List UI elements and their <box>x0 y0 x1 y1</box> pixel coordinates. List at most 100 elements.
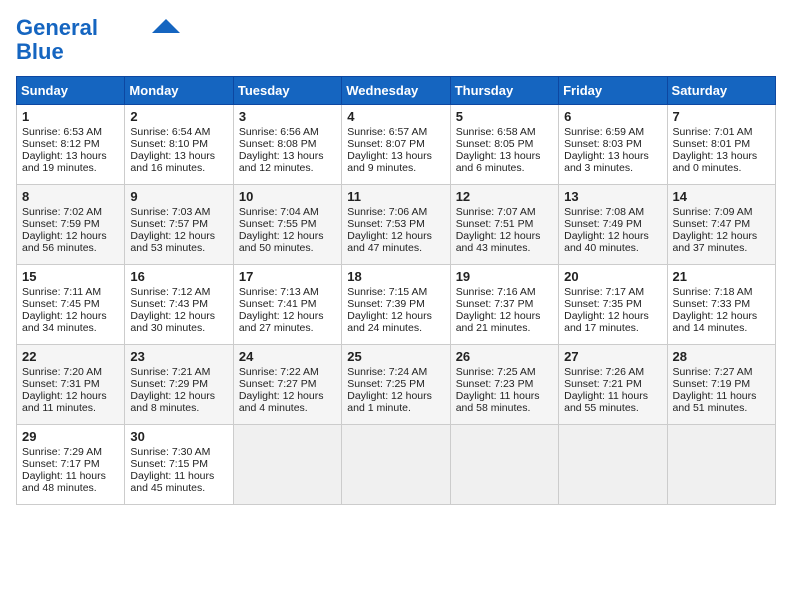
calendar-cell: 3Sunrise: 6:56 AMSunset: 8:08 PMDaylight… <box>233 105 341 185</box>
cell-text: Sunset: 8:03 PM <box>564 138 661 150</box>
cell-text: and 40 minutes. <box>564 242 661 254</box>
calendar-cell: 16 Sunrise: 7:12 AMSunset: 7:43 PMDayligh… <box>125 265 233 345</box>
cell-text: Sunrise: 6:53 AM <box>22 126 119 138</box>
cell-text: Sunrise: 7:18 AM <box>673 286 770 298</box>
cell-text: Sunrise: 7:12 AM <box>130 286 227 298</box>
calendar-cell: 8Sunrise: 7:02 AMSunset: 7:59 PMDaylight… <box>17 185 125 265</box>
calendar-cell: 22Sunrise: 7:20 AMSunset: 7:31 PMDayligh… <box>17 345 125 425</box>
calendar-cell: 20Sunrise: 7:17 AMSunset: 7:35 PMDayligh… <box>559 265 667 345</box>
cell-text: Daylight: 12 hours <box>130 390 227 402</box>
cell-text: Daylight: 12 hours <box>673 230 770 242</box>
cell-text: and 11 minutes. <box>22 402 119 414</box>
calendar-cell: 17Sunrise: 7:13 AMSunset: 7:41 PMDayligh… <box>233 265 341 345</box>
cell-text: Daylight: 12 hours <box>347 390 444 402</box>
calendar-cell: 5Sunrise: 6:58 AMSunset: 8:05 PMDaylight… <box>450 105 558 185</box>
weekday-header-thursday: Thursday <box>450 77 558 105</box>
cell-text: Sunrise: 7:06 AM <box>347 206 444 218</box>
cell-text: Sunset: 7:19 PM <box>673 378 770 390</box>
cell-text: Daylight: 13 hours <box>130 150 227 162</box>
day-number: 17 <box>239 269 336 284</box>
cell-text: Daylight: 12 hours <box>130 230 227 242</box>
cell-text: Sunrise: 6:58 AM <box>456 126 553 138</box>
calendar-cell: 6Sunrise: 6:59 AMSunset: 8:03 PMDaylight… <box>559 105 667 185</box>
calendar-row-3: 22Sunrise: 7:20 AMSunset: 7:31 PMDayligh… <box>17 345 776 425</box>
cell-text: Sunset: 7:17 PM <box>22 458 119 470</box>
calendar-cell: 28Sunrise: 7:27 AMSunset: 7:19 PMDayligh… <box>667 345 775 425</box>
calendar-cell: 27Sunrise: 7:26 AMSunset: 7:21 PMDayligh… <box>559 345 667 425</box>
calendar-cell: 10Sunrise: 7:04 AMSunset: 7:55 PMDayligh… <box>233 185 341 265</box>
cell-text: and 45 minutes. <box>130 482 227 494</box>
cell-text: Sunset: 8:12 PM <box>22 138 119 150</box>
cell-text: and 56 minutes. <box>22 242 119 254</box>
calendar-table: SundayMondayTuesdayWednesdayThursdayFrid… <box>16 76 776 505</box>
calendar-cell <box>667 425 775 505</box>
cell-text: Sunset: 7:37 PM <box>456 298 553 310</box>
cell-text: Daylight: 11 hours <box>673 390 770 402</box>
calendar-cell: 4Sunrise: 6:57 AMSunset: 8:07 PMDaylight… <box>342 105 450 185</box>
header: General Blue <box>16 16 776 64</box>
cell-text: Sunset: 8:10 PM <box>130 138 227 150</box>
cell-text: Sunset: 8:01 PM <box>673 138 770 150</box>
cell-text: Sunset: 7:49 PM <box>564 218 661 230</box>
cell-text: Daylight: 11 hours <box>22 470 119 482</box>
weekday-header-monday: Monday <box>125 77 233 105</box>
cell-text: Sunset: 7:53 PM <box>347 218 444 230</box>
day-number: 30 <box>130 429 227 444</box>
cell-text: Sunrise: 7:29 AM <box>22 446 119 458</box>
cell-text: and 14 minutes. <box>673 322 770 334</box>
calendar-cell: 24Sunrise: 7:22 AMSunset: 7:27 PMDayligh… <box>233 345 341 425</box>
cell-text: Daylight: 12 hours <box>456 230 553 242</box>
cell-text: and 12 minutes. <box>239 162 336 174</box>
cell-text: Sunset: 7:43 PM <box>130 298 227 310</box>
cell-text: Sunrise: 7:08 AM <box>564 206 661 218</box>
weekday-header-sunday: Sunday <box>17 77 125 105</box>
calendar-cell <box>450 425 558 505</box>
cell-text: Sunset: 7:27 PM <box>239 378 336 390</box>
day-number: 15 <box>22 269 119 284</box>
cell-text: Daylight: 12 hours <box>130 310 227 322</box>
cell-text: and 53 minutes. <box>130 242 227 254</box>
cell-text: Daylight: 11 hours <box>456 390 553 402</box>
cell-text: Sunset: 8:07 PM <box>347 138 444 150</box>
day-number: 27 <box>564 349 661 364</box>
cell-text: Daylight: 12 hours <box>347 230 444 242</box>
day-number: 14 <box>673 189 770 204</box>
calendar-cell: 13Sunrise: 7:08 AMSunset: 7:49 PMDayligh… <box>559 185 667 265</box>
cell-text: Sunset: 7:33 PM <box>673 298 770 310</box>
cell-text: Sunrise: 7:30 AM <box>130 446 227 458</box>
cell-text: Daylight: 12 hours <box>456 310 553 322</box>
logo: General Blue <box>16 16 180 64</box>
weekday-header-row: SundayMondayTuesdayWednesdayThursdayFrid… <box>17 77 776 105</box>
cell-text: Sunrise: 7:27 AM <box>673 366 770 378</box>
cell-text: Sunrise: 7:17 AM <box>564 286 661 298</box>
day-number: 16 <box>130 269 227 284</box>
day-number: 23 <box>130 349 227 364</box>
cell-text: and 16 minutes. <box>130 162 227 174</box>
cell-text: Sunset: 7:35 PM <box>564 298 661 310</box>
cell-text: Sunrise: 7:02 AM <box>22 206 119 218</box>
day-number: 3 <box>239 109 336 124</box>
cell-text: and 43 minutes. <box>456 242 553 254</box>
cell-text: and 34 minutes. <box>22 322 119 334</box>
cell-text: Sunset: 7:45 PM <box>22 298 119 310</box>
day-number: 12 <box>456 189 553 204</box>
cell-text: Sunset: 7:55 PM <box>239 218 336 230</box>
calendar-body: 1Sunrise: 6:53 AMSunset: 8:12 PMDaylight… <box>17 105 776 505</box>
cell-text: Sunset: 7:31 PM <box>22 378 119 390</box>
calendar-row-4: 29 Sunrise: 7:29 AMSunset: 7:17 PMDayligh… <box>17 425 776 505</box>
cell-text: and 4 minutes. <box>239 402 336 414</box>
cell-text: and 21 minutes. <box>456 322 553 334</box>
cell-text: and 17 minutes. <box>564 322 661 334</box>
calendar-cell: 25Sunrise: 7:24 AMSunset: 7:25 PMDayligh… <box>342 345 450 425</box>
cell-text: Daylight: 12 hours <box>239 230 336 242</box>
cell-text: Sunrise: 7:01 AM <box>673 126 770 138</box>
calendar-cell: 23Sunrise: 7:21 AMSunset: 7:29 PMDayligh… <box>125 345 233 425</box>
cell-text: Sunset: 8:08 PM <box>239 138 336 150</box>
cell-text: Sunrise: 7:11 AM <box>22 286 119 298</box>
day-number: 9 <box>130 189 227 204</box>
cell-text: Sunrise: 7:25 AM <box>456 366 553 378</box>
cell-text: Sunset: 7:39 PM <box>347 298 444 310</box>
day-number: 10 <box>239 189 336 204</box>
day-number: 29 <box>22 429 119 444</box>
cell-text: Sunset: 7:57 PM <box>130 218 227 230</box>
